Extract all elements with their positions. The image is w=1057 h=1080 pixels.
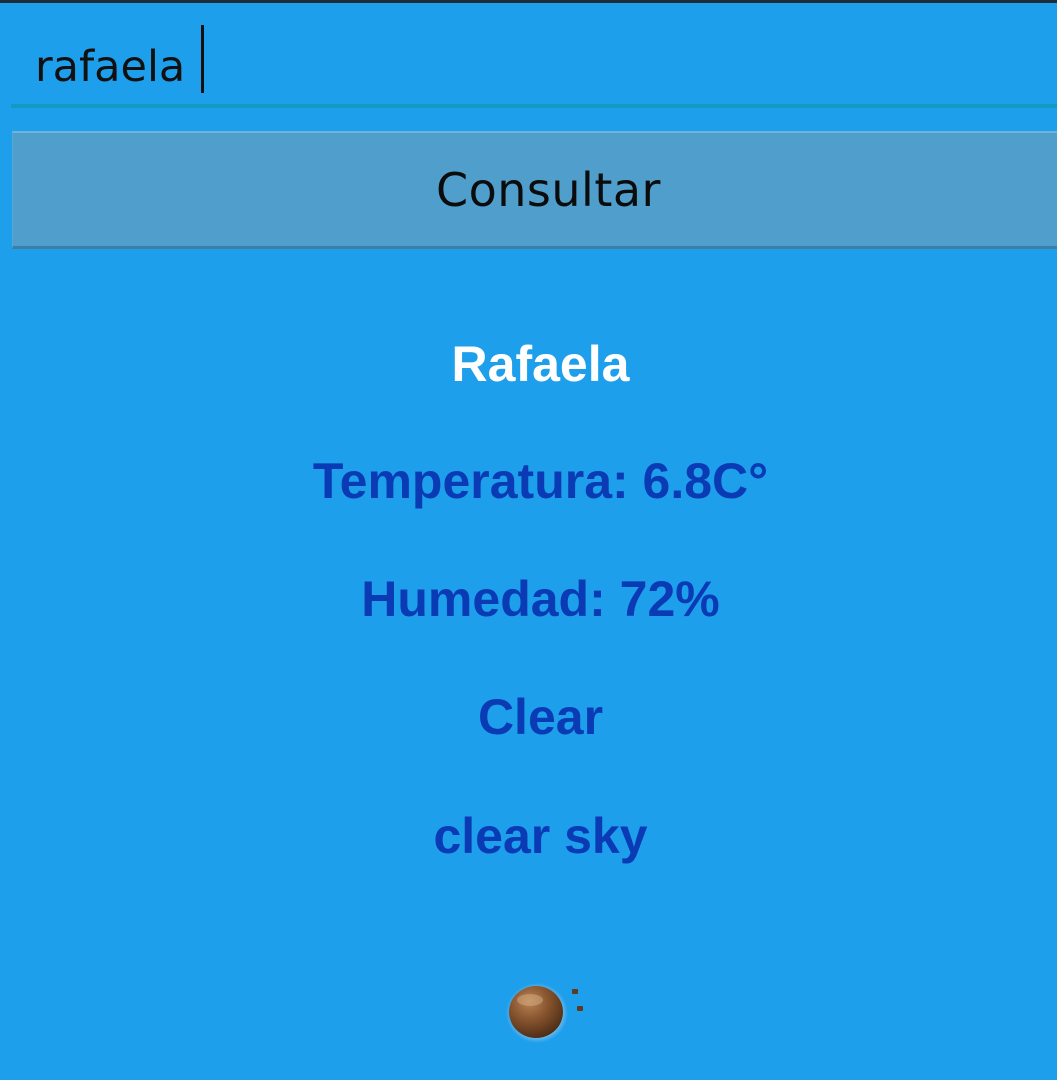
clear-sky-icon — [504, 982, 588, 1044]
humidity-text: Humedad: 72% — [361, 571, 720, 627]
status-bar-edge — [0, 0, 1057, 3]
weather-main-text: Clear — [477, 689, 604, 745]
city-search-field[interactable] — [11, 18, 1057, 110]
text-cursor — [201, 25, 204, 93]
weather-description-text: clear sky — [433, 808, 648, 864]
city-name: Rafaela — [451, 336, 630, 392]
consult-button-label: Consultar — [436, 162, 661, 217]
input-underline — [11, 104, 1057, 108]
temperature-text: Temperatura: 6.8C° — [312, 453, 769, 509]
consult-button[interactable]: Consultar — [12, 131, 1057, 249]
city-search-input[interactable] — [35, 32, 1015, 102]
